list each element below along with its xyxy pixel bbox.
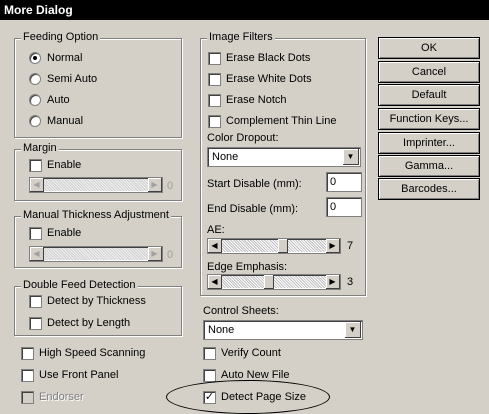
highlight-ellipse	[166, 380, 330, 414]
chevron-left-icon[interactable]: ◀	[208, 275, 222, 289]
color-dropout-select[interactable]: None ▼	[207, 147, 361, 167]
verify-count-checkbox[interactable]	[203, 347, 216, 360]
radio-auto[interactable]	[29, 94, 41, 106]
radio-manual-label[interactable]: Manual	[47, 115, 83, 128]
detect-length-checkbox[interactable]	[29, 317, 42, 330]
start-disable-input[interactable]: 0	[326, 172, 362, 192]
slider-track	[222, 240, 326, 252]
chevron-right-icon: ▶	[148, 247, 162, 261]
radio-semi-auto-label[interactable]: Semi Auto	[47, 73, 97, 86]
front-panel-checkbox[interactable]	[21, 369, 34, 382]
slider-track	[222, 276, 326, 288]
ok-button[interactable]: OK	[378, 37, 480, 59]
end-disable-input[interactable]: 0	[326, 197, 362, 217]
radio-manual[interactable]	[29, 115, 41, 127]
control-sheets-value: None	[208, 324, 235, 336]
erase-notch-checkbox[interactable]	[208, 94, 221, 107]
image-filters-title: Image Filters	[207, 31, 275, 43]
chevron-left-icon: ◀	[30, 178, 44, 192]
color-dropout-label: Color Dropout:	[207, 132, 279, 144]
complement-checkbox[interactable]	[208, 115, 221, 128]
thickness-slider[interactable]: ◀ ▶	[29, 246, 163, 262]
high-speed-label[interactable]: High Speed Scanning	[39, 347, 145, 360]
high-speed-checkbox[interactable]	[21, 347, 34, 360]
manual-thickness-title: Manual Thickness Adjustment	[21, 209, 171, 221]
edge-emphasis-value: 3	[347, 276, 354, 288]
margin-slider-value: 0	[167, 180, 174, 192]
chevron-down-icon[interactable]: ▼	[343, 149, 359, 165]
endorser-checkbox	[21, 391, 34, 404]
auto-new-file-checkbox[interactable]	[203, 369, 216, 382]
chevron-left-icon: ◀	[30, 247, 44, 261]
chevron-right-icon: ▶	[148, 178, 162, 192]
control-sheets-label: Control Sheets:	[203, 305, 279, 317]
margin-enable-checkbox[interactable]	[29, 159, 42, 172]
slider-track	[44, 248, 148, 260]
front-panel-label[interactable]: Use Front Panel	[39, 369, 118, 382]
margin-enable-label[interactable]: Enable	[47, 159, 81, 172]
verify-count-label[interactable]: Verify Count	[221, 347, 281, 360]
erase-white-checkbox[interactable]	[208, 73, 221, 86]
edge-emphasis-label: Edge Emphasis:	[207, 261, 288, 273]
radio-semi-auto[interactable]	[29, 73, 41, 85]
barcodes-button[interactable]: Barcodes...	[378, 178, 480, 200]
slider-track	[44, 179, 148, 191]
gamma-button[interactable]: Gamma...	[378, 155, 480, 177]
detect-thickness-label[interactable]: Detect by Thickness	[47, 295, 146, 308]
ae-slider[interactable]: ◀ ▶	[207, 238, 341, 254]
margin-slider[interactable]: ◀ ▶	[29, 177, 163, 193]
imprinter-button[interactable]: Imprinter...	[378, 132, 480, 154]
endorser-label: Endorser	[39, 391, 84, 403]
chevron-left-icon[interactable]: ◀	[208, 239, 222, 253]
radio-normal-label[interactable]: Normal	[47, 52, 82, 65]
chevron-right-icon[interactable]: ▶	[326, 275, 340, 289]
control-sheets-select[interactable]: None ▼	[203, 320, 363, 340]
function-keys-button[interactable]: Function Keys...	[378, 108, 480, 130]
edge-emphasis-slider[interactable]: ◀ ▶	[207, 274, 341, 290]
complement-label[interactable]: Complement Thin Line	[226, 115, 336, 128]
start-disable-label: Start Disable (mm):	[207, 178, 302, 190]
ae-slider-thumb[interactable]	[278, 239, 288, 253]
erase-black-checkbox[interactable]	[208, 52, 221, 65]
feeding-option-title: Feeding Option	[21, 31, 101, 43]
ae-slider-value: 7	[347, 240, 354, 252]
default-button[interactable]: Default	[378, 84, 480, 106]
chevron-right-icon[interactable]: ▶	[326, 239, 340, 253]
erase-black-label[interactable]: Erase Black Dots	[226, 52, 310, 65]
erase-white-label[interactable]: Erase White Dots	[226, 73, 312, 86]
margin-title: Margin	[21, 142, 59, 154]
thickness-enable-checkbox[interactable]	[29, 227, 42, 240]
window-title: More Dialog	[0, 0, 489, 20]
detect-thickness-checkbox[interactable]	[29, 295, 42, 308]
thickness-slider-value: 0	[167, 249, 174, 261]
radio-auto-label[interactable]: Auto	[47, 94, 70, 107]
edge-slider-thumb[interactable]	[264, 275, 274, 289]
end-disable-label: End Disable (mm):	[207, 203, 299, 215]
erase-notch-label[interactable]: Erase Notch	[226, 94, 287, 107]
ae-label: AE:	[207, 224, 225, 236]
cancel-button[interactable]: Cancel	[378, 61, 480, 83]
double-feed-title: Double Feed Detection	[21, 279, 138, 291]
margin-group: Margin	[14, 142, 182, 201]
color-dropout-value: None	[212, 151, 239, 163]
thickness-enable-label[interactable]: Enable	[47, 227, 81, 240]
chevron-down-icon[interactable]: ▼	[345, 322, 361, 338]
radio-normal[interactable]	[29, 52, 41, 64]
detect-length-label[interactable]: Detect by Length	[47, 317, 130, 330]
